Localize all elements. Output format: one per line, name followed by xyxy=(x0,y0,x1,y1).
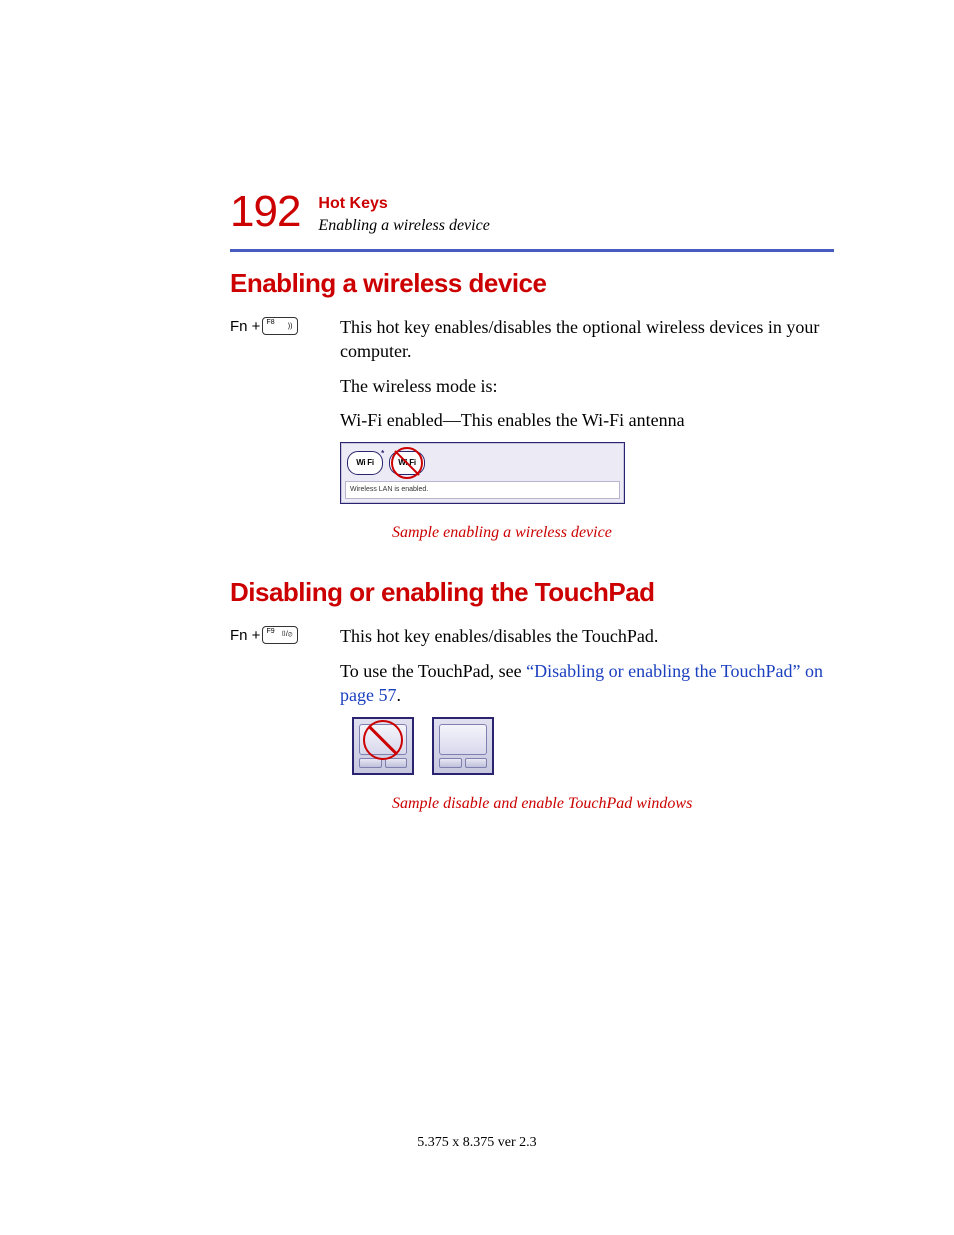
antenna-icon: )) xyxy=(288,323,293,330)
breadcrumb: Enabling a wireless device xyxy=(318,215,489,237)
page-number: 192 xyxy=(230,190,300,234)
figure-caption-wireless: Sample enabling a wireless device xyxy=(392,522,834,544)
fn-prefix: Fn + xyxy=(230,627,260,644)
f9-key-icon: F9 ⌷/⊘ xyxy=(262,626,298,644)
wifi-popup-figure: Wi Fi * Wi Fi Wireless LAN is enabled. xyxy=(340,442,625,503)
section-heading-wireless: Enabling a wireless device xyxy=(230,268,834,299)
fn-prefix: Fn + xyxy=(230,318,260,335)
body-text: The wireless mode is: xyxy=(340,374,834,398)
hotkey-label-touchpad: Fn + F9 ⌷/⊘ xyxy=(230,624,340,645)
touchpad-disabled-icon xyxy=(352,717,414,775)
wifi-enabled-icon: Wi Fi * xyxy=(347,451,383,475)
chapter-title: Hot Keys xyxy=(318,194,489,215)
touchpad-figure xyxy=(352,717,834,775)
header-rule xyxy=(230,249,834,252)
figure-caption-touchpad: Sample disable and enable TouchPad windo… xyxy=(392,793,834,815)
wifi-disabled-icon: Wi Fi xyxy=(389,451,425,475)
touchpad-enabled-icon xyxy=(432,717,494,775)
hotkey-label-wireless: Fn + F8 )) xyxy=(230,315,340,336)
f8-key-icon: F8 )) xyxy=(262,317,298,335)
body-text: This hot key enables/disables the option… xyxy=(340,315,834,364)
body-text: Wi-Fi enabled—This enables the Wi-Fi ant… xyxy=(340,408,834,432)
body-text: To use the TouchPad, see “Disabling or e… xyxy=(340,659,834,708)
body-text: This hot key enables/disables the TouchP… xyxy=(340,624,834,648)
page-footer: 5.375 x 8.375 ver 2.3 xyxy=(0,1135,954,1151)
wifi-status-text: Wireless LAN is enabled. xyxy=(345,481,620,498)
page-header: 192 Hot Keys Enabling a wireless device xyxy=(230,190,834,237)
section-heading-touchpad: Disabling or enabling the TouchPad xyxy=(230,577,834,608)
touchpad-glyph-icon: ⌷/⊘ xyxy=(282,631,293,639)
